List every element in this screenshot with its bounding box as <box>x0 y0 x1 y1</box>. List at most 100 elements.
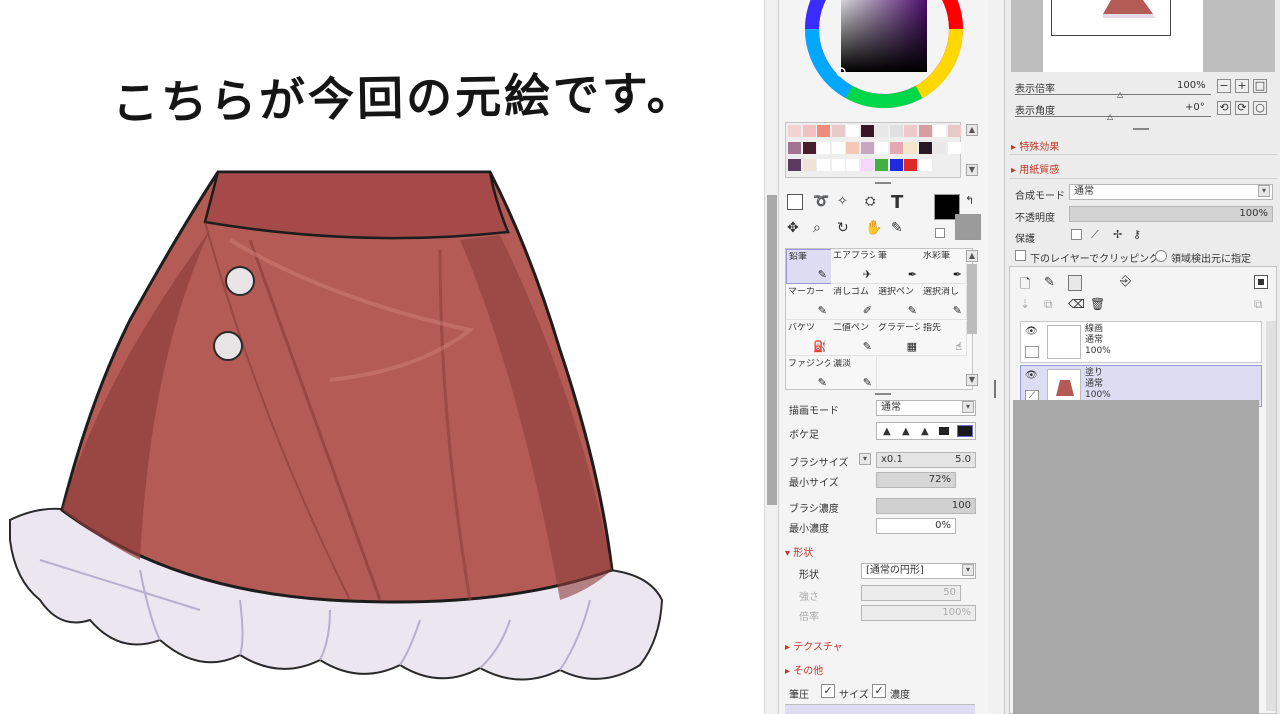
layer-blend-select[interactable]: 通常 <box>1069 184 1273 200</box>
palette-swatch[interactable] <box>860 159 874 171</box>
clear-layer-icon[interactable]: ⌫ <box>1068 297 1085 311</box>
palette-swatch[interactable] <box>860 125 874 137</box>
brush-tool-5[interactable]: 消しゴム ✐ <box>831 285 877 320</box>
dropper-icon[interactable]: ✎ <box>891 220 903 236</box>
shape-section-header[interactable]: ▾ 形状 <box>785 544 813 559</box>
brush-tool-13[interactable]: 濃淡 ✎ <box>831 357 877 389</box>
palette-swatch[interactable] <box>918 159 932 171</box>
size-options-icon[interactable]: ▾ <box>859 453 871 465</box>
layer-panel-options-icon[interactable] <box>1254 275 1268 289</box>
palette-swatch[interactable] <box>918 142 932 154</box>
navigator-preview[interactable] <box>1011 0 1275 72</box>
edge-shape-4-icon[interactable] <box>939 427 949 435</box>
edge-shape-1-icon[interactable]: ▲ <box>883 426 891 437</box>
zoom-out-button[interactable]: − <box>1217 79 1231 93</box>
palette-scroll-up[interactable]: ▲ <box>966 124 978 136</box>
source-radio[interactable] <box>1155 250 1167 262</box>
brush-grid-scroll-down[interactable]: ▼ <box>966 374 978 386</box>
magic-wand-icon[interactable]: ✧ <box>837 194 848 209</box>
hand-icon[interactable]: ✋ <box>865 220 882 236</box>
layer-list-scrollbar[interactable] <box>1266 321 1276 711</box>
palette-swatch[interactable] <box>802 125 816 137</box>
protect-lock-icon[interactable]: ⚷ <box>1133 228 1141 241</box>
brush-tool-0[interactable]: 鉛筆 ✎ <box>786 249 832 284</box>
lasso-icon[interactable]: ➰ <box>813 194 829 209</box>
color-palette[interactable] <box>785 122 961 178</box>
drawing-canvas[interactable]: こちらが今回の元絵です。 <box>0 0 764 714</box>
canvas-vertical-scrollbar[interactable] <box>764 0 778 714</box>
new-folder-icon[interactable] <box>1068 275 1082 291</box>
new-vector-layer-icon[interactable]: ✎ <box>1044 275 1055 290</box>
min-size-slider[interactable]: 72% <box>876 472 956 488</box>
blend-mode-select[interactable]: 通常 <box>876 400 976 416</box>
new-layer-icon[interactable]: 🗋 <box>1020 275 1030 297</box>
zoom-reset-button[interactable]: □ <box>1253 79 1267 93</box>
palette-swatch[interactable] <box>904 142 917 154</box>
palette-swatch[interactable] <box>802 142 816 154</box>
layer-opacity-slider[interactable]: 100% <box>1069 206 1273 222</box>
palette-swatch[interactable] <box>933 125 946 137</box>
brush-grid-scrollbar-thumb[interactable] <box>967 264 977 334</box>
blur-edge-selector[interactable]: ▲ ▲ ▲ <box>876 422 976 440</box>
panel-splitter[interactable] <box>988 0 1004 714</box>
scrollbar-thumb[interactable] <box>767 195 777 505</box>
clip-checkbox[interactable] <box>1015 250 1026 261</box>
move-icon[interactable]: ✥ <box>787 220 799 236</box>
brush-tool-10[interactable]: グラデーション ▦ <box>876 321 922 356</box>
delete-layer-icon[interactable]: 🗑 <box>1090 297 1105 311</box>
palette-swatch[interactable] <box>846 125 859 137</box>
min-density-slider[interactable]: 0% <box>876 518 956 534</box>
palette-scroll-down[interactable]: ▼ <box>966 164 978 176</box>
zoom-in-button[interactable]: + <box>1235 79 1249 93</box>
rotate-reset-button[interactable]: ○ <box>1253 101 1267 115</box>
palette-swatch[interactable] <box>817 159 830 171</box>
brush-preset-strip[interactable] <box>785 704 975 714</box>
brush-tool-7[interactable]: 選択消し ✎ <box>921 285 967 320</box>
marquee-icon[interactable] <box>787 194 803 210</box>
brush-tool-8[interactable]: バケツ ⛽ <box>786 321 832 356</box>
zoom-slider-thumb[interactable]: △ <box>1117 90 1123 99</box>
chevron-down-icon[interactable]: ▾ <box>962 401 974 413</box>
palette-swatch[interactable] <box>889 142 903 154</box>
texture-section-header[interactable]: ▸ テクスチャ <box>785 638 843 653</box>
layer-row[interactable]: 👁 線画 通常 100% <box>1020 321 1262 363</box>
palette-swatch[interactable] <box>904 125 917 137</box>
palette-swatch[interactable] <box>788 142 801 154</box>
palette-swatch[interactable] <box>947 142 961 154</box>
palette-swatch[interactable] <box>947 125 961 137</box>
edge-shape-3-icon[interactable]: ▲ <box>921 426 929 437</box>
palette-swatch[interactable] <box>846 142 859 154</box>
text-icon[interactable]: T <box>891 192 903 213</box>
palette-swatch[interactable] <box>918 125 932 137</box>
palette-swatch[interactable] <box>817 142 830 154</box>
angle-slider-thumb[interactable]: △ <box>1107 112 1113 121</box>
layer-copy-icon[interactable]: ⧉ <box>1254 297 1263 312</box>
pressure-density-checkbox[interactable]: ✓ <box>872 684 886 698</box>
chevron-down-icon[interactable]: ▾ <box>962 564 974 576</box>
brush-size-slider[interactable]: x0.1 5.0 <box>876 452 976 468</box>
palette-swatch[interactable] <box>860 142 874 154</box>
special-effects-header[interactable]: ▸ 特殊効果 <box>1011 138 1059 153</box>
palette-swatch[interactable] <box>875 142 888 154</box>
merge-down-icon[interactable]: ⎆ <box>1120 273 1131 289</box>
zoom-slider[interactable] <box>1015 94 1211 95</box>
palette-swatch[interactable] <box>933 142 946 154</box>
transparent-color-icon[interactable] <box>935 228 945 238</box>
palette-swatch[interactable] <box>788 159 801 171</box>
swap-colors-icon[interactable]: ↰ <box>965 194 974 207</box>
paper-texture-header[interactable]: ▸ 用紙質感 <box>1011 161 1059 176</box>
chevron-down-icon[interactable]: ▾ <box>1258 185 1270 197</box>
rotate-left-button[interactable]: ⟲ <box>1217 101 1231 115</box>
palette-swatch[interactable] <box>846 159 859 171</box>
layer-edit-icon[interactable] <box>1025 346 1039 358</box>
protect-draw-icon[interactable]: ⟋ <box>1091 228 1099 242</box>
edge-shape-2-icon[interactable]: ▲ <box>902 426 910 437</box>
palette-swatch[interactable] <box>889 125 903 137</box>
palette-swatch[interactable] <box>875 125 888 137</box>
protect-transparency-checkbox[interactable] <box>1071 229 1082 240</box>
background-color-swatch[interactable] <box>955 214 981 240</box>
palette-swatch[interactable] <box>802 159 816 171</box>
brush-tool-3[interactable]: 水彩筆 ✒ <box>921 249 967 284</box>
brush-tool-2[interactable]: 筆 ✒ <box>876 249 922 284</box>
brush-tool-6[interactable]: 選択ペン ✎ <box>876 285 922 320</box>
